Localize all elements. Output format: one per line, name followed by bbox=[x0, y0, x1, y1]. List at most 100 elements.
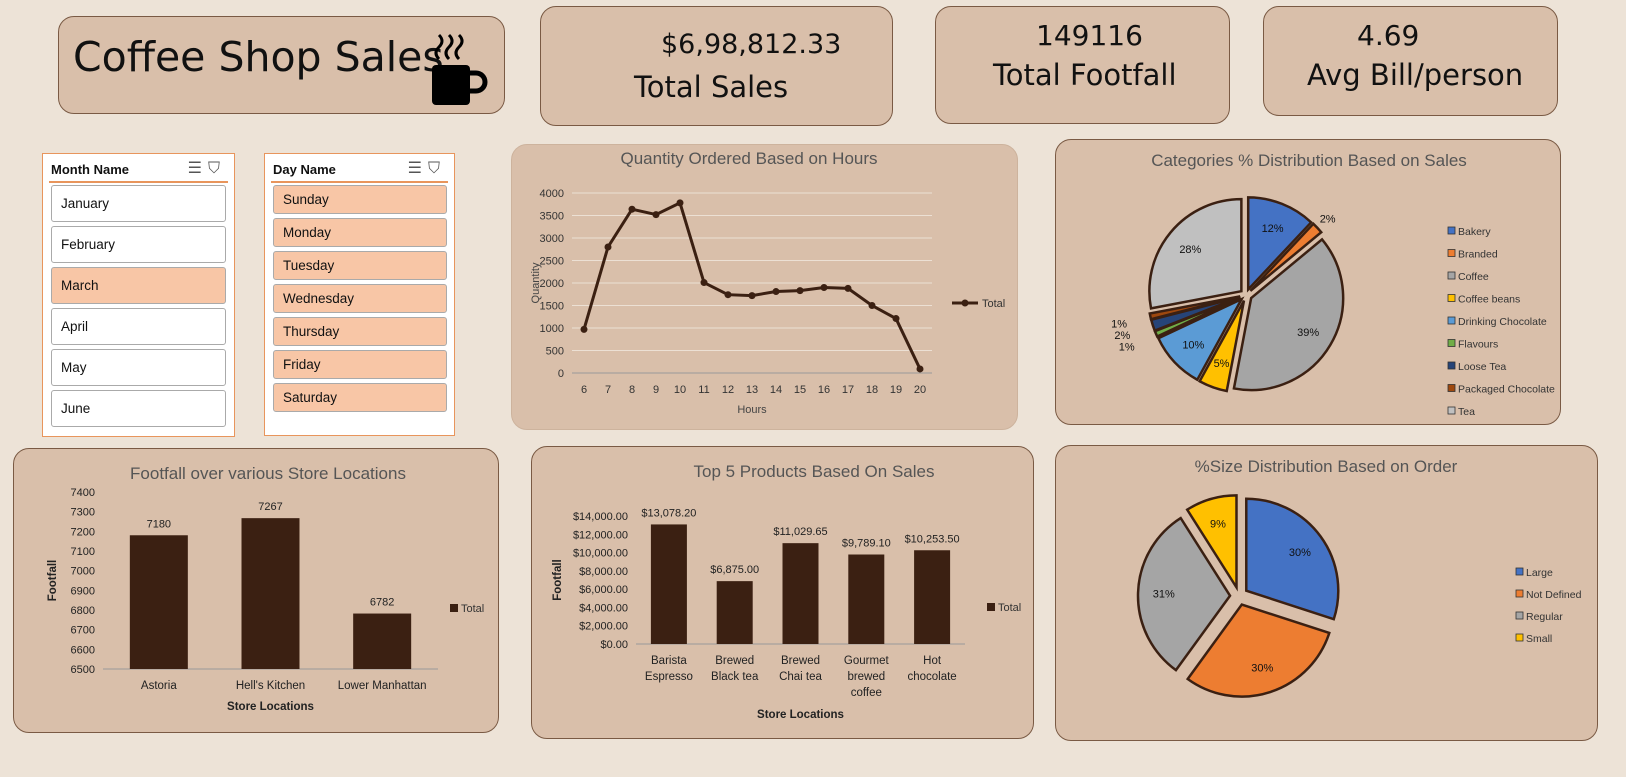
products-chart-card: Top 5 Products Based On Sales $0.00 $2,000… bbox=[531, 446, 1034, 739]
hours-line-chart: Quantity Ordered Based on Hours 0 500 1000 1… bbox=[530, 149, 1005, 416]
bar bbox=[129, 535, 188, 669]
day-slicer-item-thursday[interactable]: Thursday bbox=[273, 317, 447, 346]
legend-label: Coffee beans bbox=[1458, 294, 1520, 306]
data-point bbox=[772, 288, 780, 296]
multi-select-icon[interactable]: ☰ bbox=[188, 160, 208, 177]
bar bbox=[241, 518, 300, 669]
clear-filter-icon[interactable]: ⛉ bbox=[428, 160, 446, 177]
clear-filter-icon[interactable]: ⛉ bbox=[208, 160, 226, 177]
month-slicer-item-january[interactable]: January bbox=[51, 185, 226, 222]
x-tick-label: Espresso bbox=[645, 671, 693, 683]
sizes-chart-card: %Size Distribution Based on Order 30% 30% 3… bbox=[1055, 445, 1598, 741]
data-label: 6782 bbox=[370, 597, 394, 609]
kpi-avg-bill: 4.69 Avg Bill/person bbox=[1263, 6, 1558, 116]
legend-swatch bbox=[450, 604, 458, 612]
x-tick-label: Astoria bbox=[141, 680, 177, 692]
day-slicer-item-sunday[interactable]: Sunday bbox=[273, 185, 447, 214]
y-tick-label: $14,000.00 bbox=[573, 511, 628, 523]
chart-title: Top 5 Products Based On Sales bbox=[694, 462, 935, 481]
data-label: 39% bbox=[1297, 327, 1319, 339]
legend-label: Large bbox=[1526, 567, 1553, 579]
data-point bbox=[628, 205, 636, 213]
x-tick-label: coffee bbox=[851, 687, 882, 699]
bar bbox=[716, 581, 753, 644]
y-tick-label: $10,000.00 bbox=[573, 548, 628, 560]
y-tick-label: $2,000.00 bbox=[579, 621, 628, 633]
multi-select-icon[interactable]: ☰ bbox=[408, 160, 428, 177]
x-tick-label: Lower Manhattan bbox=[338, 680, 427, 692]
day-slicer: Day Name ☰⛉ Sunday Monday Tuesday Wednesday… bbox=[264, 153, 455, 436]
x-tick-label: 16 bbox=[818, 384, 830, 396]
day-slicer-item-wednesday[interactable]: Wednesday bbox=[273, 284, 447, 313]
month-slicer-item-may[interactable]: May bbox=[51, 349, 226, 386]
legend-label: Total bbox=[998, 602, 1021, 614]
month-slicer-item-june[interactable]: June bbox=[51, 390, 226, 427]
data-point bbox=[796, 287, 804, 295]
day-slicer-item-tuesday[interactable]: Tuesday bbox=[273, 251, 447, 280]
bar bbox=[650, 524, 687, 644]
legend-label: Total bbox=[982, 298, 1005, 310]
sizes-pie-chart: %Size Distribution Based on Order 30% 30% 3… bbox=[1136, 457, 1582, 698]
legend-marker bbox=[961, 299, 969, 307]
data-point bbox=[844, 284, 852, 292]
data-label: 7180 bbox=[147, 518, 171, 530]
data-label: 1% bbox=[1119, 342, 1135, 354]
data-label: 5% bbox=[1214, 358, 1230, 370]
legend-swatch bbox=[1447, 294, 1456, 302]
x-tick-label: Hot bbox=[923, 655, 942, 667]
y-tick-label: 1000 bbox=[540, 323, 564, 335]
x-tick-label: Brewed bbox=[781, 655, 820, 667]
y-tick-label: 6900 bbox=[71, 585, 95, 597]
series-line-total bbox=[582, 200, 922, 370]
y-axis-label: Footfall bbox=[47, 560, 59, 602]
month-slicer-item-february[interactable]: February bbox=[51, 226, 226, 263]
x-tick-label: Barista bbox=[651, 655, 687, 667]
y-tick-label: 1500 bbox=[540, 301, 564, 313]
y-tick-label: 4000 bbox=[540, 188, 564, 200]
y-tick-label: 6800 bbox=[71, 605, 95, 617]
data-point bbox=[724, 291, 732, 299]
y-tick-label: 6500 bbox=[71, 664, 95, 676]
legend-swatch bbox=[1515, 589, 1524, 598]
x-tick-label: 20 bbox=[914, 384, 926, 396]
month-slicer-item-march[interactable]: March bbox=[51, 267, 226, 304]
legend-label: Small bbox=[1526, 633, 1552, 645]
y-tick-label: 6600 bbox=[71, 644, 95, 656]
x-axis-label: Store Locations bbox=[757, 709, 844, 721]
month-slicer-item-april[interactable]: April bbox=[51, 308, 226, 345]
y-axis-label: Footfall bbox=[552, 559, 564, 601]
month-slicer: Month Name ☰⛉ January February March April M… bbox=[42, 153, 235, 437]
x-axis-label: Store Locations bbox=[227, 701, 314, 713]
legend-label: Drinking Chocolate bbox=[1458, 316, 1547, 328]
x-tick-label: brewed bbox=[847, 671, 885, 683]
kpi-total-footfall: 149116 Total Footfall bbox=[935, 6, 1230, 124]
x-tick-label: 13 bbox=[746, 384, 758, 396]
kpi-total-sales-value: $6,98,812.33 bbox=[661, 29, 842, 60]
y-tick-label: $8,000.00 bbox=[579, 566, 628, 578]
legend-swatch bbox=[1515, 633, 1524, 642]
y-tick-label: 7000 bbox=[71, 566, 95, 578]
x-tick-label: 6 bbox=[581, 384, 587, 396]
x-tick-label: 10 bbox=[674, 384, 686, 396]
legend-swatch bbox=[1447, 361, 1456, 370]
data-label: 12% bbox=[1262, 223, 1284, 235]
chart-title: %Size Distribution Based on Order bbox=[1195, 457, 1458, 476]
y-tick-label: 6700 bbox=[71, 625, 95, 637]
month-slicer-header: Month Name bbox=[51, 162, 129, 177]
y-tick-label: 7100 bbox=[71, 546, 95, 558]
data-point bbox=[700, 279, 708, 287]
legend-swatch bbox=[1515, 611, 1524, 620]
hours-chart-card: Quantity Ordered Based on Hours 0 500 1000 1… bbox=[511, 144, 1018, 430]
day-slicer-item-friday[interactable]: Friday bbox=[273, 350, 447, 379]
y-tick-label: 2000 bbox=[540, 278, 564, 290]
chart-title: Footfall over various Store Locations bbox=[130, 464, 406, 483]
data-point bbox=[652, 211, 660, 219]
kpi-total-sales: $6,98,812.33 Total Sales bbox=[540, 6, 893, 126]
y-tick-label: 7400 bbox=[71, 487, 95, 499]
kpi-avg-bill-label: Avg Bill/person bbox=[1307, 58, 1524, 92]
x-tick-label: Black tea bbox=[711, 671, 759, 683]
x-tick-label: Hell's Kitchen bbox=[236, 680, 305, 692]
day-slicer-item-monday[interactable]: Monday bbox=[273, 218, 447, 247]
x-tick-label: chocolate bbox=[907, 671, 956, 683]
day-slicer-item-saturday[interactable]: Saturday bbox=[273, 383, 447, 412]
